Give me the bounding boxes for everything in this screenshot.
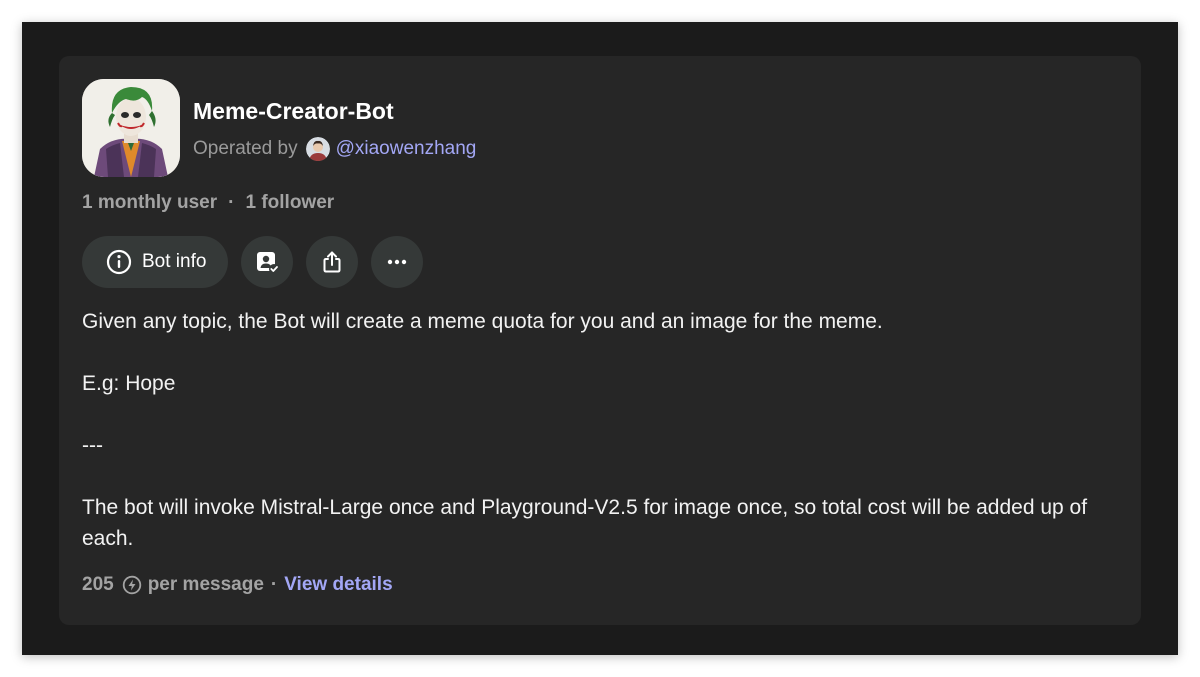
- more-icon: [388, 259, 407, 265]
- person-avatar-icon: [305, 137, 330, 161]
- more-options-button[interactable]: [371, 236, 424, 288]
- bot-info-label: Bot info: [142, 251, 207, 272]
- monthly-users-count: 1 monthly user: [82, 192, 218, 213]
- share-icon: [323, 251, 341, 273]
- pricing-line: 205 per message · View details: [82, 574, 393, 596]
- bot-avatar: [82, 79, 180, 177]
- bot-stats: 1 monthly user · 1 follower: [82, 192, 334, 214]
- user-badge-check-icon: [257, 252, 280, 274]
- operated-by-label: Operated by: [193, 138, 298, 159]
- app-window: Meme-Creator-Bot Operated by @xiaowenzha…: [22, 22, 1178, 655]
- description-divider: ---: [82, 434, 103, 457]
- view-details-link[interactable]: View details: [284, 574, 392, 596]
- bot-name: Meme-Creator-Bot: [193, 98, 394, 124]
- bot-info-button[interactable]: Bot info: [82, 236, 229, 288]
- joker-portrait-avatar: [82, 79, 180, 177]
- per-message-label: per message: [147, 574, 264, 595]
- bot-description: Given any topic, the Bot will create a m…: [82, 306, 1102, 554]
- follow-bot-button[interactable]: [241, 236, 294, 288]
- stats-separator: ·: [228, 192, 235, 213]
- info-icon: [106, 249, 132, 275]
- action-bar: Bot info: [82, 236, 424, 288]
- operator-line: Operated by @xiaowenzhang: [193, 136, 476, 162]
- description-cost-note: The bot will invoke Mistral-Large once a…: [82, 496, 1088, 550]
- description-line: Given any topic, the Bot will create a m…: [82, 310, 883, 333]
- operator-avatar[interactable]: [305, 137, 330, 161]
- footer-separator: ·: [270, 574, 278, 595]
- operator-handle-link[interactable]: @xiaowenzhang: [336, 138, 477, 160]
- compute-points-icon: [122, 575, 142, 595]
- followers-count[interactable]: 1 follower: [245, 192, 334, 214]
- cost-points: 205: [82, 574, 114, 595]
- bot-profile-card: Meme-Creator-Bot Operated by @xiaowenzha…: [59, 56, 1141, 625]
- share-button[interactable]: [306, 236, 359, 288]
- description-example: E.g: Hope: [82, 372, 176, 395]
